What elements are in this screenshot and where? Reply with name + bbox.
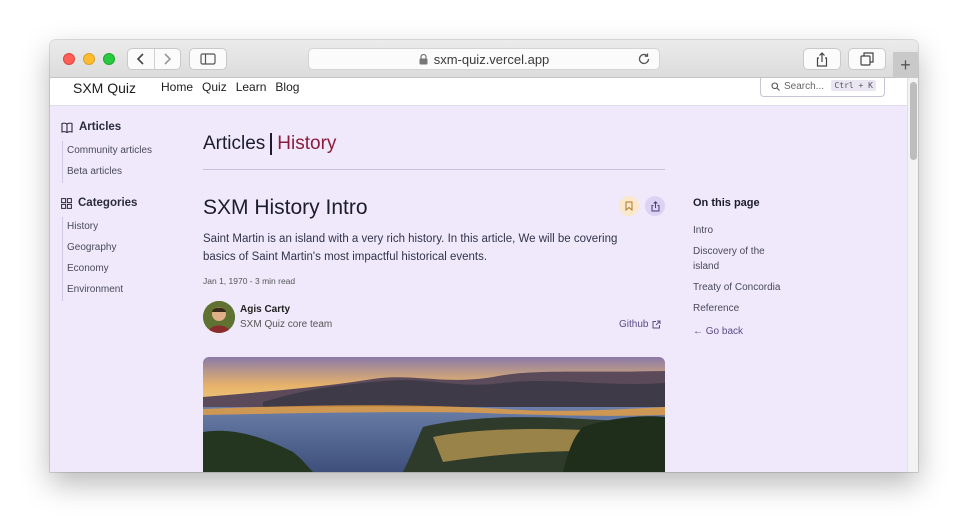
author-name[interactable]: Agis Carty — [240, 304, 290, 315]
avatar[interactable] — [203, 301, 235, 333]
article-intro: Saint Martin is an island with a very ri… — [203, 233, 618, 263]
address-bar[interactable]: sxm-quiz.vercel.app — [308, 48, 660, 70]
tabs-icon — [860, 52, 874, 66]
close-window-button[interactable] — [63, 53, 75, 65]
categories-heading-label: Categories — [78, 197, 138, 209]
toc-item-discovery[interactable]: Discovery of the island — [693, 244, 778, 274]
search-icon — [771, 81, 780, 91]
go-back-link[interactable]: ← Go back — [693, 326, 813, 337]
share-icon — [651, 200, 659, 211]
scrollbar-thumb[interactable] — [910, 82, 917, 160]
minimize-window-button[interactable] — [83, 53, 95, 65]
search-input[interactable]: Search... Ctrl + K — [760, 78, 885, 97]
url-text: sxm-quiz.vercel.app — [433, 51, 550, 67]
toc-item-treaty[interactable]: Treaty of Concordia — [693, 280, 813, 295]
nav-learn[interactable]: Learn — [236, 80, 267, 94]
chevron-left-icon — [136, 53, 144, 65]
grid-icon — [61, 197, 72, 209]
categories-list: History Geography Economy Environment — [62, 217, 191, 301]
toc-item-reference[interactable]: Reference — [693, 301, 813, 316]
sidebar-item-community-articles[interactable]: Community articles — [67, 141, 191, 162]
left-sidebar: Articles Community articles Beta article… — [61, 121, 191, 301]
web-page: SXM Quiz Home Quiz Learn Blog Search... … — [50, 78, 907, 472]
sidebar-item-environment[interactable]: Environment — [67, 280, 191, 301]
site-logo[interactable]: SXM Quiz — [73, 80, 136, 96]
island-photo — [203, 357, 665, 472]
plus-icon: + — [900, 54, 911, 75]
sidebar-item-history[interactable]: History — [67, 217, 191, 238]
articles-heading-label: Articles — [79, 121, 122, 133]
chevron-right-icon — [164, 53, 172, 65]
toc-item-intro[interactable]: Intro — [693, 223, 813, 238]
search-placeholder: Search... — [784, 80, 825, 92]
breadcrumb-divider — [203, 169, 665, 170]
sidebar-item-geography[interactable]: Geography — [67, 238, 191, 259]
bookmark-button[interactable] — [619, 196, 639, 216]
forward-button[interactable] — [155, 49, 181, 69]
author-role: SXM Quiz core team — [240, 319, 333, 330]
back-button[interactable] — [128, 49, 155, 69]
site-nav: Home Quiz Learn Blog — [161, 80, 299, 94]
share-button[interactable] — [803, 48, 841, 70]
breadcrumb-category[interactable]: History — [272, 133, 336, 155]
table-of-contents: On this page Intro Discovery of the isla… — [693, 197, 813, 337]
author-avatar-image — [203, 301, 235, 333]
browser-window: sxm-quiz.vercel.app + SXM Quiz Home Quiz… — [50, 40, 918, 472]
bookmark-icon — [625, 201, 633, 211]
breadcrumb: Articles History — [203, 133, 336, 155]
article-hero-image — [203, 357, 665, 472]
external-link-icon — [652, 320, 661, 329]
sidebar-toggle-button[interactable] — [189, 48, 227, 70]
github-link-label: Github — [619, 319, 649, 330]
github-link[interactable]: Github — [619, 319, 661, 330]
tab-overview-button[interactable] — [848, 48, 886, 70]
article-share-button[interactable] — [645, 196, 665, 216]
article-meta: Jan 1, 1970 - 3 min read — [203, 276, 296, 286]
search-shortcut: Ctrl + K — [831, 80, 876, 91]
lock-icon — [419, 53, 428, 64]
sidebar-item-beta-articles[interactable]: Beta articles — [67, 162, 191, 183]
articles-list: Community articles Beta articles — [62, 141, 191, 183]
sidebar-icon — [200, 53, 216, 65]
site-header: SXM Quiz Home Quiz Learn Blog Search... … — [50, 78, 907, 106]
browser-toolbar: sxm-quiz.vercel.app + — [50, 40, 918, 78]
zoom-window-button[interactable] — [103, 53, 115, 65]
toc-title: On this page — [693, 197, 760, 209]
categories-heading: Categories — [61, 197, 191, 209]
articles-heading: Articles — [61, 121, 191, 133]
reload-icon[interactable] — [637, 52, 651, 66]
share-icon — [816, 51, 828, 67]
history-nav — [127, 48, 181, 70]
book-icon — [61, 122, 73, 133]
breadcrumb-section[interactable]: Articles — [203, 133, 273, 155]
new-tab-button[interactable]: + — [893, 52, 918, 78]
page-scrollbar[interactable] — [907, 78, 918, 472]
article-title: SXM History Intro — [203, 196, 368, 219]
nav-blog[interactable]: Blog — [275, 80, 299, 94]
nav-quiz[interactable]: Quiz — [202, 80, 227, 94]
sidebar-item-economy[interactable]: Economy — [67, 259, 191, 280]
nav-home[interactable]: Home — [161, 80, 193, 94]
